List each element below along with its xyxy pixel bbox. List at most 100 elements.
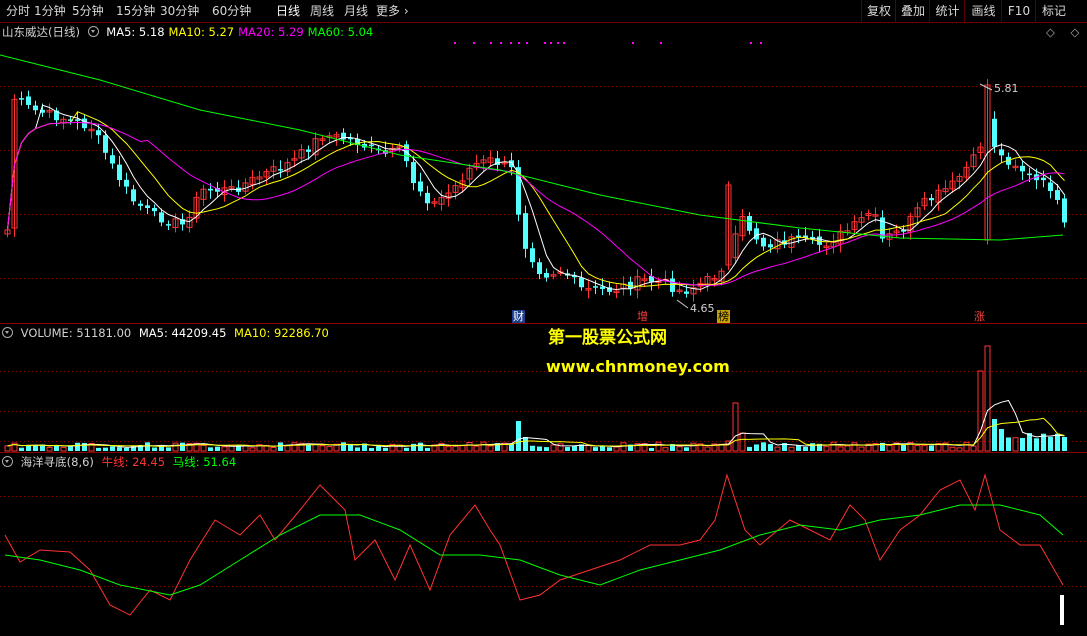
horse-line — [4, 504, 1064, 596]
candle-body — [1041, 177, 1046, 181]
volume-bar — [523, 437, 528, 451]
volume-bar — [319, 445, 326, 452]
volume-bar — [215, 446, 220, 451]
volume-bar — [348, 444, 353, 451]
candle-body — [579, 277, 584, 288]
event-dot — [490, 42, 492, 44]
volume-bar — [355, 447, 360, 451]
candle-body — [124, 179, 129, 187]
volume-bar — [26, 445, 31, 451]
volume-bar — [208, 447, 213, 451]
candle-body — [544, 273, 549, 278]
volume-bar — [376, 446, 381, 451]
event-marker-3[interactable]: 涨 — [973, 310, 986, 323]
volume-bar — [620, 442, 627, 452]
volume-bar — [914, 444, 921, 452]
event-marker-1[interactable]: 增 — [636, 310, 649, 323]
candle-body — [670, 278, 675, 292]
volume-bar — [1034, 438, 1039, 451]
volume-bar — [956, 447, 963, 452]
volume-bar — [530, 445, 535, 451]
volume-bar — [565, 447, 570, 451]
candle-body — [810, 236, 815, 239]
volume-bar — [613, 446, 620, 452]
candle-body — [992, 118, 997, 147]
volume-bar — [418, 442, 423, 451]
candle-body — [761, 237, 766, 247]
candle-body — [96, 130, 101, 136]
volume-ma5-line — [7, 399, 1065, 448]
low-price-pointer — [676, 299, 689, 309]
volume-bar — [929, 445, 934, 451]
candle-body — [75, 119, 80, 121]
volume-bar — [221, 446, 228, 452]
volume-bar — [75, 442, 80, 451]
volume-bar — [649, 447, 654, 451]
volume-bar — [901, 444, 906, 451]
volume-bar — [1062, 437, 1067, 451]
volume-bar — [404, 447, 409, 451]
candle-body — [166, 224, 171, 226]
volume-bar — [103, 447, 108, 451]
candle-body — [523, 213, 528, 249]
volume-bar — [326, 446, 333, 452]
candle-body — [117, 164, 122, 181]
candle-body — [929, 198, 934, 201]
event-marker-2[interactable]: 榜 — [717, 310, 730, 323]
volume-bar — [473, 445, 480, 452]
candle-body — [138, 203, 143, 206]
volume-bar — [963, 441, 970, 452]
volume-ma10-line — [7, 417, 1065, 447]
volume-bar — [768, 444, 773, 451]
event-dot — [750, 42, 752, 44]
candle-body — [110, 155, 115, 164]
volume-bar — [600, 446, 605, 451]
candle-body — [999, 149, 1004, 156]
volume-bar — [459, 445, 466, 452]
watermark-url: www.chnmoney.com — [546, 357, 730, 376]
event-dot — [557, 42, 559, 44]
volume-bar — [445, 446, 452, 452]
volume-bar — [690, 442, 697, 452]
candle-body — [19, 98, 24, 100]
candle-body — [1055, 190, 1060, 200]
volume-bar — [516, 421, 521, 451]
volume-bar — [278, 442, 283, 451]
volume-bar — [550, 444, 557, 452]
volume-bar — [593, 447, 598, 451]
volume-bar — [585, 445, 592, 452]
candle-body — [425, 192, 430, 204]
kline-chart[interactable] — [0, 0, 1087, 636]
candle-body — [754, 228, 759, 240]
volume-bar — [992, 419, 997, 451]
volume-bar — [54, 445, 59, 451]
ma60-line — [0, 54, 1064, 241]
volume-bar — [487, 445, 494, 452]
ma20-line — [7, 121, 1065, 286]
candle-body — [159, 212, 164, 223]
volume-bar — [124, 447, 129, 451]
event-dot — [500, 42, 502, 44]
candle-body — [369, 144, 374, 147]
candle-body — [418, 181, 423, 192]
volume-bar — [788, 446, 795, 452]
volume-bar — [383, 447, 388, 451]
candle-body — [684, 291, 689, 294]
volume-bar — [754, 444, 759, 451]
volume-bar — [544, 447, 549, 451]
candle-body — [145, 205, 150, 209]
candle-body — [411, 162, 416, 184]
volume-bar — [684, 447, 689, 451]
volume-bar — [152, 447, 157, 451]
volume-bar — [82, 442, 87, 451]
ma5-line — [7, 104, 1065, 291]
candle-body — [593, 286, 598, 288]
volume-bar — [480, 441, 487, 452]
volume-bar — [411, 443, 416, 451]
volume-bar — [830, 441, 837, 452]
event-marker-0[interactable]: 财 — [512, 310, 525, 323]
volume-bar — [774, 446, 781, 452]
volume-bar — [655, 441, 662, 452]
high-price-label: 5.81 — [994, 82, 1019, 95]
volume-bar — [270, 446, 277, 452]
